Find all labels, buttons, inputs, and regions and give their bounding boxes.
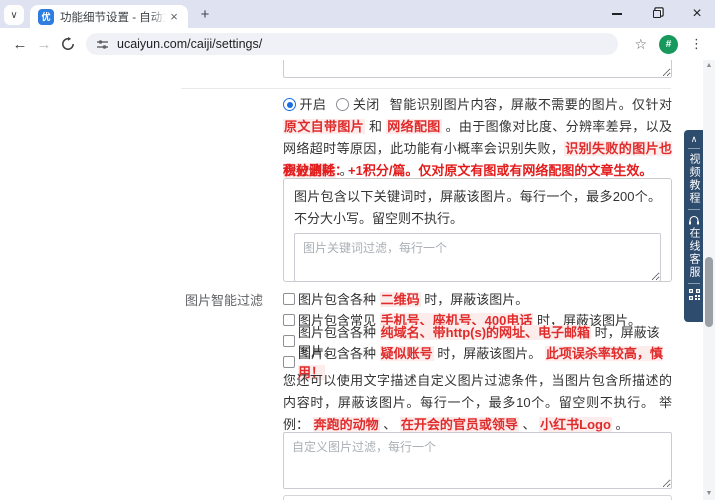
back-button[interactable]: ← — [8, 32, 32, 56]
online-service-button[interactable]: 在线客服 — [684, 227, 704, 279]
custom-filter-description: 您还可以使用文字描述自定义图片过滤条件，当图片包含所描述的内容时，屏蔽该图片。每… — [283, 373, 672, 432]
tab-close-icon[interactable]: × — [166, 9, 182, 25]
checkbox-icon[interactable] — [283, 355, 295, 368]
previous-setting-textarea[interactable] — [283, 60, 672, 78]
scroll-up-arrow[interactable]: ▲ — [703, 61, 715, 71]
browser-tab[interactable]: 优 功能细节设置 - 自动文章采集 × — [30, 5, 188, 28]
keyword-filter-group: 图片包含以下关键词时，屏蔽该图片。每行一个，最多200个。不分大小写。留空则不执… — [283, 178, 672, 282]
scrollbar-thumb[interactable] — [705, 257, 713, 327]
checkbox-suspected-account[interactable]: 图片包含各种 疑似账号 时，屏蔽该图片。 此项误杀率较高，慎用！ — [283, 345, 672, 380]
restore-button[interactable] — [649, 6, 665, 22]
qr-code-icon[interactable] — [688, 289, 700, 300]
new-tab-button[interactable]: + — [196, 6, 214, 24]
checkbox-list: 图片包含各种 二维码 时，屏蔽该图片。 图片包含常见 手机号、座机号、400电话… — [283, 288, 672, 380]
page-scrollbar[interactable]: ▲ ▼ — [703, 60, 715, 500]
reload-button[interactable] — [56, 32, 80, 56]
keyword-filter-description: 图片包含以下关键词时，屏蔽该图片。每行一个，最多200个。不分大小写。留空则不执… — [294, 189, 661, 226]
checkbox-icon[interactable] — [283, 313, 295, 326]
minimize-button[interactable] — [609, 6, 625, 22]
panel-divider — [688, 283, 700, 284]
collapse-panel-icon[interactable]: ∧ — [691, 134, 698, 144]
tab-search-button[interactable]: ∨ — [4, 5, 24, 25]
section-divider — [181, 88, 671, 89]
close-window-button[interactable]: × — [689, 5, 705, 22]
video-tutorial-button[interactable]: 视频教程 — [684, 153, 704, 205]
radio-on-label: 开启 — [299, 97, 327, 112]
keyword-filter-textarea[interactable] — [294, 233, 661, 282]
plus-icon: + — [200, 6, 210, 23]
browser-tab-strip: ∨ 优 功能细节设置 - 自动文章采集 × + × — [0, 0, 715, 28]
radio-on[interactable] — [283, 98, 296, 111]
panel-divider — [688, 148, 700, 149]
checkbox-qr-code-label: 图片包含各种 二维码 时，屏蔽该图片。 — [298, 292, 529, 307]
browser-toolbar: ← → ucaiyun.com/caiji/settings/ ☆ # ⋮ — [0, 28, 715, 60]
tune-icon — [97, 39, 108, 49]
toolbar-right: ☆ # ⋮ — [634, 34, 707, 54]
address-bar[interactable]: ucaiyun.com/caiji/settings/ — [86, 33, 618, 55]
chevron-down-icon: ∨ — [10, 9, 18, 21]
tab-title: 功能细节设置 - 自动文章采集 — [60, 11, 166, 24]
checkbox-icon[interactable] — [283, 334, 295, 347]
bookmark-star-icon[interactable]: ☆ — [634, 36, 647, 53]
radio-off-label: 关闭 — [352, 97, 380, 112]
reload-icon — [62, 37, 74, 50]
next-section-partial-box — [283, 495, 672, 500]
checkbox-qr-code[interactable]: 图片包含各种 二维码 时，屏蔽该图片。 — [283, 288, 672, 309]
floating-side-panel: ∧ 视频教程 在线客服 — [684, 130, 704, 322]
checkbox-icon[interactable] — [283, 292, 295, 305]
site-favicon: 优 — [38, 8, 54, 25]
scroll-down-arrow[interactable]: ▼ — [703, 489, 715, 499]
headset-icon — [689, 215, 699, 225]
row-label-image-smart-filter: 图片智能过滤 — [185, 293, 264, 308]
url-text: ucaiyun.com/caiji/settings/ — [117, 37, 263, 51]
minimize-icon — [612, 13, 622, 15]
settings-page: 图片智能过滤 开启 关闭 智能识别图片内容，屏蔽不需要的图片。仅针对 原文自带图片 … — [0, 60, 715, 500]
radio-off[interactable] — [336, 98, 350, 111]
window-controls: × — [609, 0, 709, 28]
panel-divider — [688, 209, 700, 210]
restore-icon — [653, 10, 661, 18]
profile-avatar[interactable]: # — [659, 34, 678, 54]
custom-filter-textarea[interactable] — [283, 432, 672, 489]
browser-menu-icon[interactable]: ⋮ — [690, 36, 703, 52]
forward-button[interactable]: → — [32, 32, 56, 56]
